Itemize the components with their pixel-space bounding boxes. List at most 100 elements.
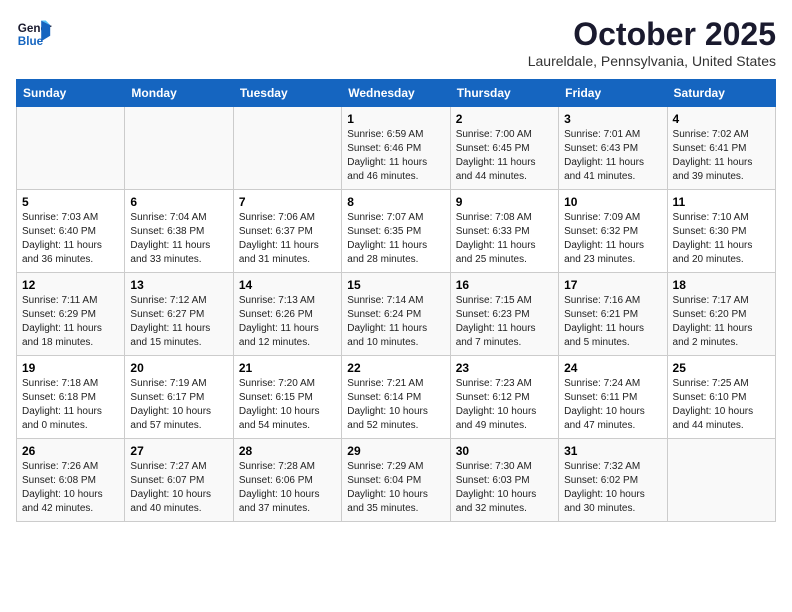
calendar-cell: 31 Sunrise: 7:32 AM Sunset: 6:02 PM Dayli…: [559, 439, 667, 522]
calendar-cell: 1 Sunrise: 6:59 AM Sunset: 6:46 PM Daylig…: [342, 107, 450, 190]
day-number: 10: [564, 195, 661, 209]
day-number: 19: [22, 361, 119, 375]
day-info: Sunrise: 7:08 AM Sunset: 6:33 PM Dayligh…: [456, 211, 553, 267]
day-info: Sunrise: 7:19 AM Sunset: 6:17 PM Dayligh…: [130, 377, 227, 433]
day-number: 26: [22, 444, 119, 458]
day-info: Sunrise: 7:23 AM Sunset: 6:12 PM Dayligh…: [456, 377, 553, 433]
calendar-cell: 3 Sunrise: 7:01 AM Sunset: 6:43 PM Daylig…: [559, 107, 667, 190]
day-number: 23: [456, 361, 553, 375]
day-number: 7: [239, 195, 336, 209]
calendar-row-3: 19 Sunrise: 7:18 AM Sunset: 6:18 PM Dayli…: [17, 356, 776, 439]
calendar-row-2: 12Sunrise: 7:11 AM Sunset: 6:29 PM Dayli…: [17, 273, 776, 356]
day-info: Sunrise: 7:06 AM Sunset: 6:37 PM Dayligh…: [239, 211, 336, 267]
day-number: 16: [456, 278, 553, 292]
calendar-cell: 16 Sunrise: 7:15 AM Sunset: 6:23 PM Dayli…: [450, 273, 558, 356]
day-number: 22: [347, 361, 444, 375]
weekday-header-row: SundayMondayTuesdayWednesdayThursdayFrid…: [17, 80, 776, 107]
calendar-cell: 21 Sunrise: 7:20 AM Sunset: 6:15 PM Dayli…: [233, 356, 341, 439]
calendar-cell: 20 Sunrise: 7:19 AM Sunset: 6:17 PM Dayli…: [125, 356, 233, 439]
day-number: 13: [130, 278, 227, 292]
day-number: 15: [347, 278, 444, 292]
weekday-header-friday: Friday: [559, 80, 667, 107]
day-info: Sunrise: 7:28 AM Sunset: 6:06 PM Dayligh…: [239, 460, 336, 516]
title-area: October 2025 Laureldale, Pennsylvania, U…: [528, 16, 776, 69]
day-number: 6: [130, 195, 227, 209]
day-info: Sunrise: 7:32 AM Sunset: 6:02 PM Dayligh…: [564, 460, 661, 516]
day-number: 8: [347, 195, 444, 209]
day-info: Sunrise: 7:00 AM Sunset: 6:45 PM Dayligh…: [456, 128, 553, 184]
calendar-cell: 19 Sunrise: 7:18 AM Sunset: 6:18 PM Dayli…: [17, 356, 125, 439]
day-number: 18: [673, 278, 770, 292]
weekday-header-thursday: Thursday: [450, 80, 558, 107]
calendar-cell: 29Sunrise: 7:29 AM Sunset: 6:04 PM Dayli…: [342, 439, 450, 522]
calendar-cell: 24Sunrise: 7:24 AM Sunset: 6:11 PM Dayli…: [559, 356, 667, 439]
calendar-cell: 28 Sunrise: 7:28 AM Sunset: 6:06 PM Dayli…: [233, 439, 341, 522]
day-info: Sunrise: 7:17 AM Sunset: 6:20 PM Dayligh…: [673, 294, 770, 350]
calendar-cell: 30 Sunrise: 7:30 AM Sunset: 6:03 PM Dayli…: [450, 439, 558, 522]
day-number: 27: [130, 444, 227, 458]
calendar-cell: 25Sunrise: 7:25 AM Sunset: 6:10 PM Dayli…: [667, 356, 775, 439]
calendar-cell: [667, 439, 775, 522]
calendar-cell: 23 Sunrise: 7:23 AM Sunset: 6:12 PM Dayli…: [450, 356, 558, 439]
day-number: 17: [564, 278, 661, 292]
calendar-cell: 2Sunrise: 7:00 AM Sunset: 6:45 PM Daylig…: [450, 107, 558, 190]
header: General Blue October 2025 Laureldale, Pe…: [16, 16, 776, 69]
day-number: 4: [673, 112, 770, 126]
day-number: 20: [130, 361, 227, 375]
day-info: Sunrise: 7:21 AM Sunset: 6:14 PM Dayligh…: [347, 377, 444, 433]
day-info: Sunrise: 7:07 AM Sunset: 6:35 PM Dayligh…: [347, 211, 444, 267]
day-number: 28: [239, 444, 336, 458]
day-number: 3: [564, 112, 661, 126]
calendar-cell: 17 Sunrise: 7:16 AM Sunset: 6:21 PM Dayli…: [559, 273, 667, 356]
day-number: 12: [22, 278, 119, 292]
day-number: 14: [239, 278, 336, 292]
calendar-cell: 5 Sunrise: 7:03 AM Sunset: 6:40 PM Daylig…: [17, 190, 125, 273]
calendar-cell: 4 Sunrise: 7:02 AM Sunset: 6:41 PM Daylig…: [667, 107, 775, 190]
calendar-cell: [125, 107, 233, 190]
day-info: Sunrise: 7:15 AM Sunset: 6:23 PM Dayligh…: [456, 294, 553, 350]
day-number: 1: [347, 112, 444, 126]
calendar-cell: 22 Sunrise: 7:21 AM Sunset: 6:14 PM Dayli…: [342, 356, 450, 439]
weekday-header-saturday: Saturday: [667, 80, 775, 107]
logo: General Blue: [16, 16, 52, 52]
svg-text:Blue: Blue: [18, 35, 44, 48]
logo-icon: General Blue: [16, 16, 52, 52]
day-info: Sunrise: 7:24 AM Sunset: 6:11 PM Dayligh…: [564, 377, 661, 433]
calendar-cell: 10Sunrise: 7:09 AM Sunset: 6:32 PM Dayli…: [559, 190, 667, 273]
day-info: Sunrise: 7:20 AM Sunset: 6:15 PM Dayligh…: [239, 377, 336, 433]
day-info: Sunrise: 7:16 AM Sunset: 6:21 PM Dayligh…: [564, 294, 661, 350]
day-number: 11: [673, 195, 770, 209]
calendar-cell: 18 Sunrise: 7:17 AM Sunset: 6:20 PM Dayli…: [667, 273, 775, 356]
day-info: Sunrise: 7:03 AM Sunset: 6:40 PM Dayligh…: [22, 211, 119, 267]
day-info: Sunrise: 7:26 AM Sunset: 6:08 PM Dayligh…: [22, 460, 119, 516]
calendar-cell: 7 Sunrise: 7:06 AM Sunset: 6:37 PM Daylig…: [233, 190, 341, 273]
day-info: Sunrise: 7:30 AM Sunset: 6:03 PM Dayligh…: [456, 460, 553, 516]
day-number: 9: [456, 195, 553, 209]
calendar-cell: 27Sunrise: 7:27 AM Sunset: 6:07 PM Dayli…: [125, 439, 233, 522]
calendar-cell: 26 Sunrise: 7:26 AM Sunset: 6:08 PM Dayli…: [17, 439, 125, 522]
calendar-cell: 11 Sunrise: 7:10 AM Sunset: 6:30 PM Dayli…: [667, 190, 775, 273]
day-number: 5: [22, 195, 119, 209]
day-info: Sunrise: 7:13 AM Sunset: 6:26 PM Dayligh…: [239, 294, 336, 350]
day-info: Sunrise: 7:10 AM Sunset: 6:30 PM Dayligh…: [673, 211, 770, 267]
calendar-cell: 8 Sunrise: 7:07 AM Sunset: 6:35 PM Daylig…: [342, 190, 450, 273]
calendar-cell: [233, 107, 341, 190]
location-title: Laureldale, Pennsylvania, United States: [528, 53, 776, 69]
calendar-cell: 6Sunrise: 7:04 AM Sunset: 6:38 PM Daylig…: [125, 190, 233, 273]
calendar-cell: 9 Sunrise: 7:08 AM Sunset: 6:33 PM Daylig…: [450, 190, 558, 273]
weekday-header-tuesday: Tuesday: [233, 80, 341, 107]
calendar-cell: 14 Sunrise: 7:13 AM Sunset: 6:26 PM Dayli…: [233, 273, 341, 356]
calendar-table: SundayMondayTuesdayWednesdayThursdayFrid…: [16, 79, 776, 522]
day-info: Sunrise: 7:02 AM Sunset: 6:41 PM Dayligh…: [673, 128, 770, 184]
day-info: Sunrise: 7:01 AM Sunset: 6:43 PM Dayligh…: [564, 128, 661, 184]
day-number: 21: [239, 361, 336, 375]
day-info: Sunrise: 7:14 AM Sunset: 6:24 PM Dayligh…: [347, 294, 444, 350]
day-info: Sunrise: 6:59 AM Sunset: 6:46 PM Dayligh…: [347, 128, 444, 184]
day-info: Sunrise: 7:18 AM Sunset: 6:18 PM Dayligh…: [22, 377, 119, 433]
weekday-header-monday: Monday: [125, 80, 233, 107]
weekday-header-wednesday: Wednesday: [342, 80, 450, 107]
calendar-cell: [17, 107, 125, 190]
day-number: 30: [456, 444, 553, 458]
day-number: 31: [564, 444, 661, 458]
month-title: October 2025: [528, 16, 776, 53]
